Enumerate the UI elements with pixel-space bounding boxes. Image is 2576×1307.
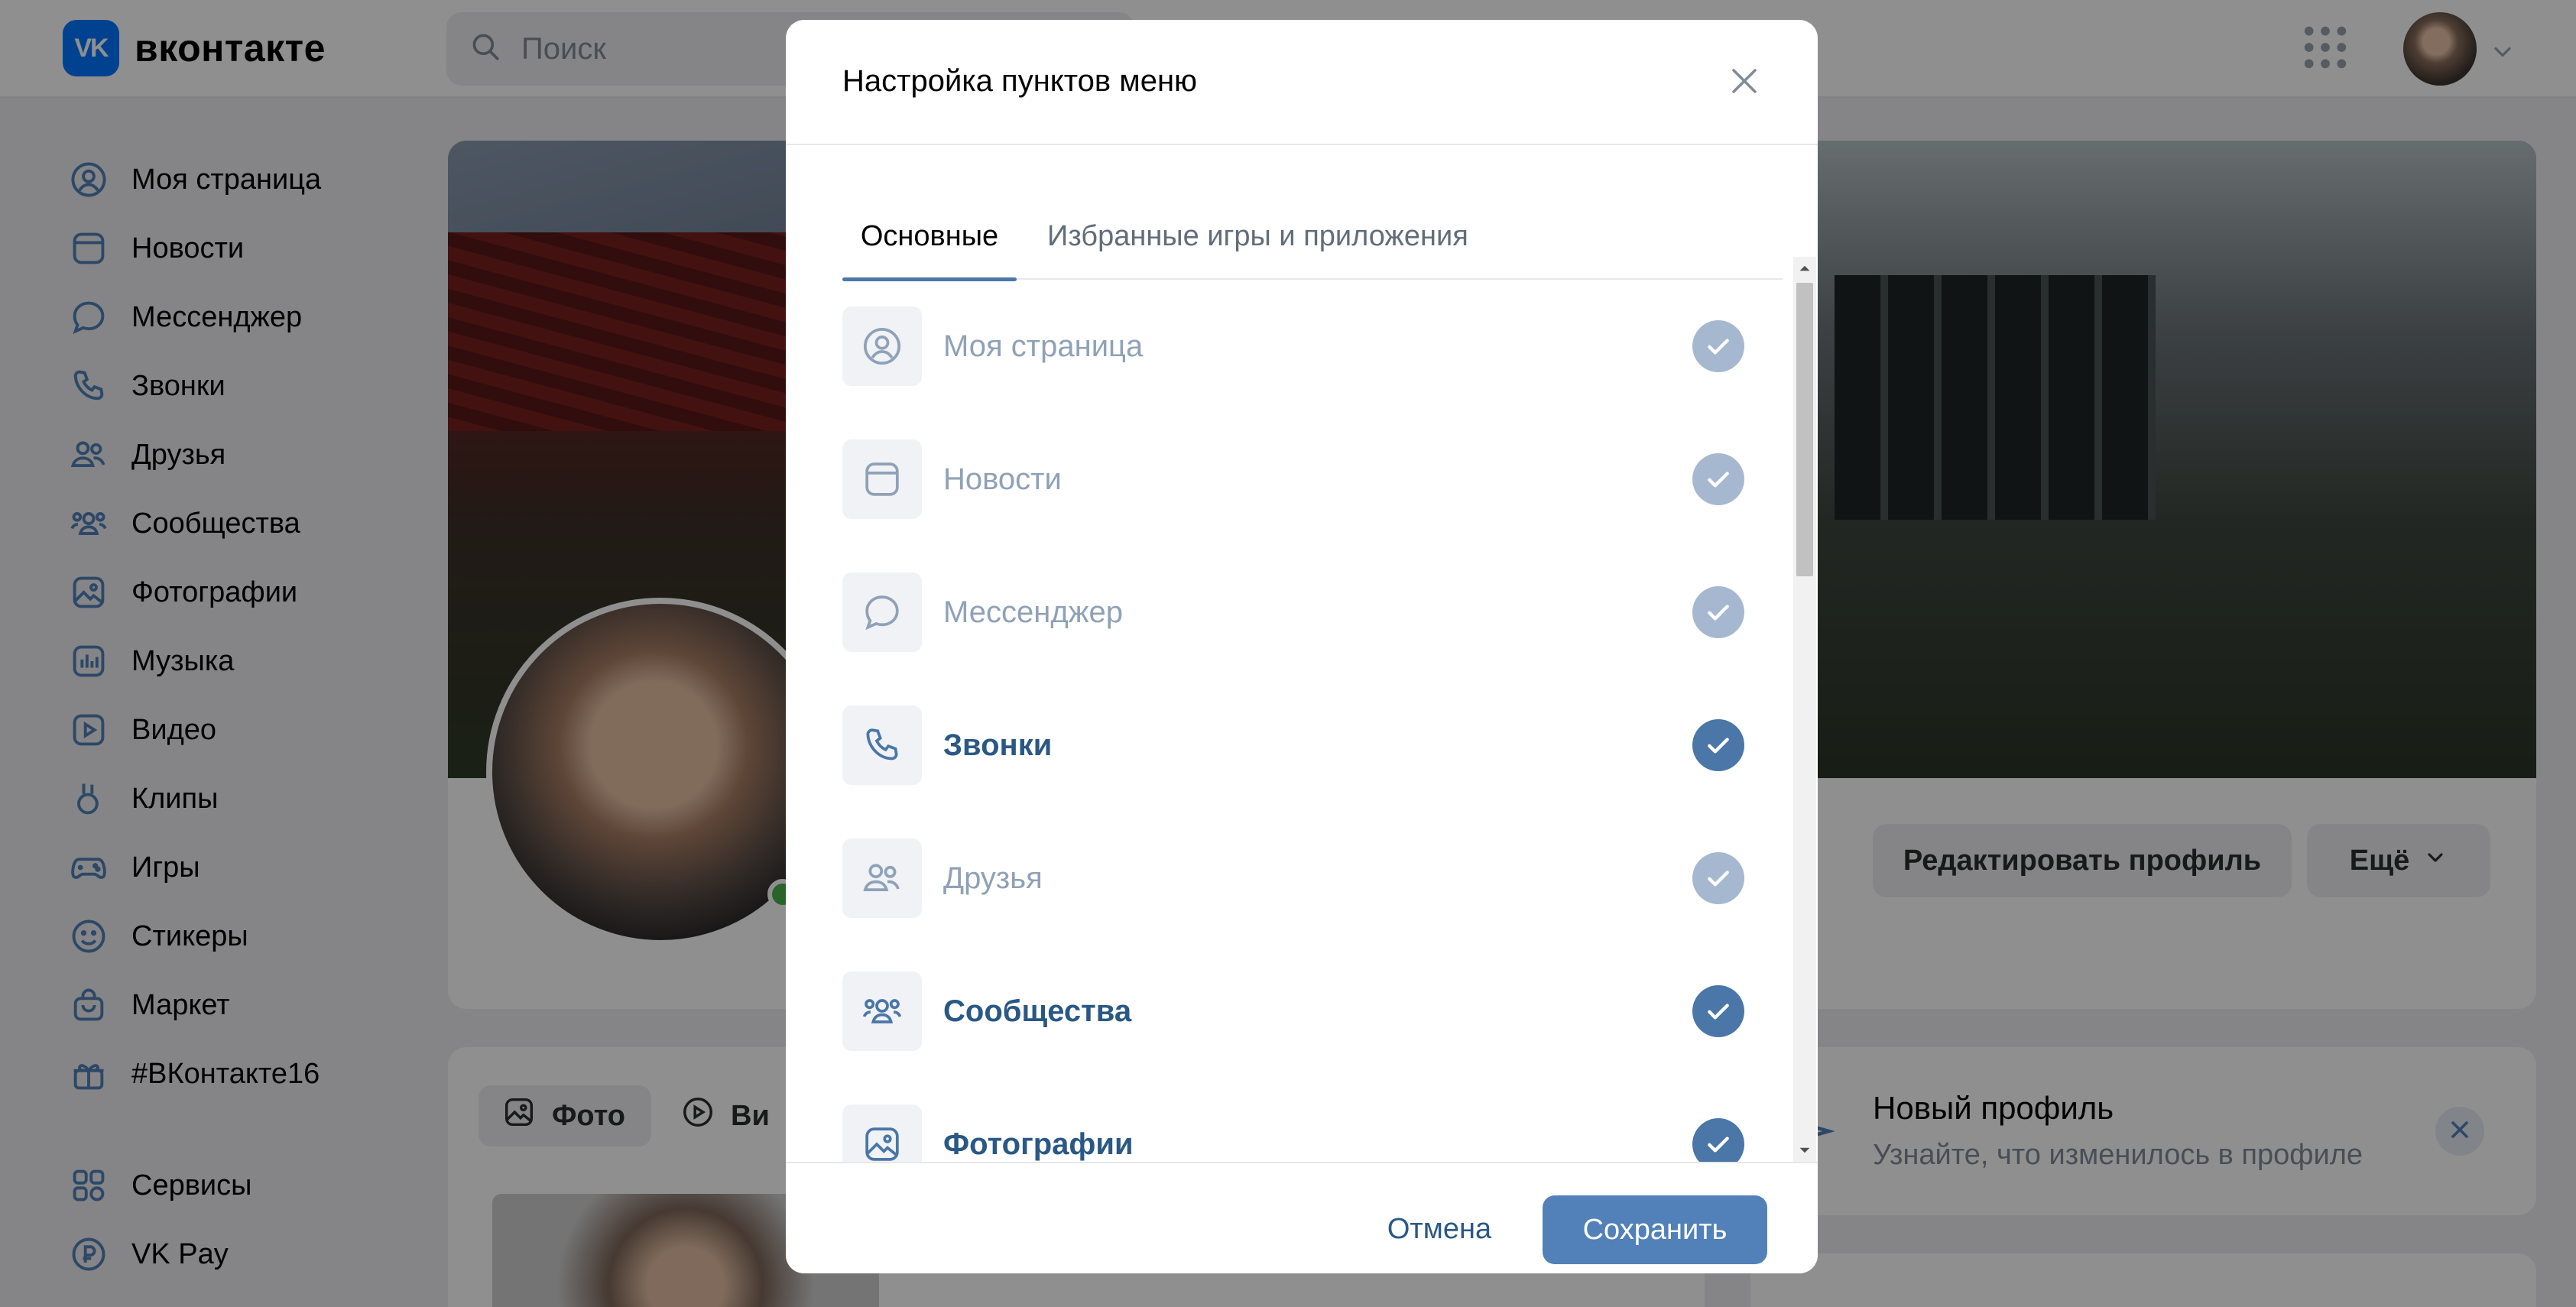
menu-row-label: Новости [943, 462, 1062, 496]
modal-tabs: Основные Избранные игры и приложения [842, 193, 1783, 281]
check-icon[interactable] [1692, 719, 1744, 771]
menu-row-label: Фотографии [943, 1127, 1134, 1161]
menu-row-label: Моя страница [943, 329, 1144, 363]
modal-header: Настройка пунктов меню [786, 20, 1818, 145]
communities-icon [842, 971, 922, 1051]
scroll-up-arrow-icon[interactable] [1793, 257, 1816, 280]
check-icon [1692, 586, 1744, 638]
check-icon[interactable] [1692, 985, 1744, 1037]
save-button[interactable]: Сохранить [1543, 1195, 1767, 1264]
friends-icon [842, 838, 922, 918]
phone-icon [842, 705, 922, 785]
cancel-button[interactable]: Отмена [1367, 1195, 1512, 1263]
check-icon [1692, 320, 1744, 372]
menu-row-messenger: Мессенджер [842, 546, 1744, 679]
message-icon [842, 572, 922, 652]
menu-settings-modal: Настройка пунктов меню Основные Избранны… [786, 20, 1818, 1273]
close-icon [1726, 63, 1763, 103]
menu-row-label: Сообщества [943, 994, 1132, 1028]
menu-row-label: Звонки [943, 728, 1053, 762]
menu-row-photos[interactable]: Фотографии [842, 1078, 1744, 1162]
tab-main[interactable]: Основные [842, 193, 1017, 281]
tab-favorite-games-apps[interactable]: Избранные игры и приложения [1047, 193, 1491, 280]
menu-row-label: Мессенджер [943, 595, 1123, 629]
scrollbar-thumb[interactable] [1796, 283, 1813, 576]
menu-row-friends: Друзья [842, 812, 1744, 945]
user-circle-icon [842, 306, 922, 386]
check-icon[interactable] [1692, 1118, 1744, 1162]
menu-row-news: Новости [842, 413, 1744, 546]
newsfeed-icon [842, 439, 922, 519]
check-icon [1692, 453, 1744, 505]
menu-row-calls[interactable]: Звонки [842, 679, 1744, 812]
menu-row-label: Друзья [943, 861, 1043, 895]
close-modal-button[interactable] [1723, 61, 1766, 104]
menu-row-communities[interactable]: Сообщества [842, 945, 1744, 1078]
modal-title: Настройка пунктов меню [842, 64, 1198, 98]
photo-icon [842, 1104, 922, 1162]
menu-row-my-page: Моя страница [842, 280, 1744, 413]
menu-items-list: Моя страница Новости Мессенджер Звонки Д… [842, 280, 1744, 1162]
scroll-down-arrow-icon[interactable] [1793, 1139, 1816, 1162]
modal-footer: Отмена Сохранить [786, 1162, 1818, 1273]
check-icon [1692, 852, 1744, 904]
